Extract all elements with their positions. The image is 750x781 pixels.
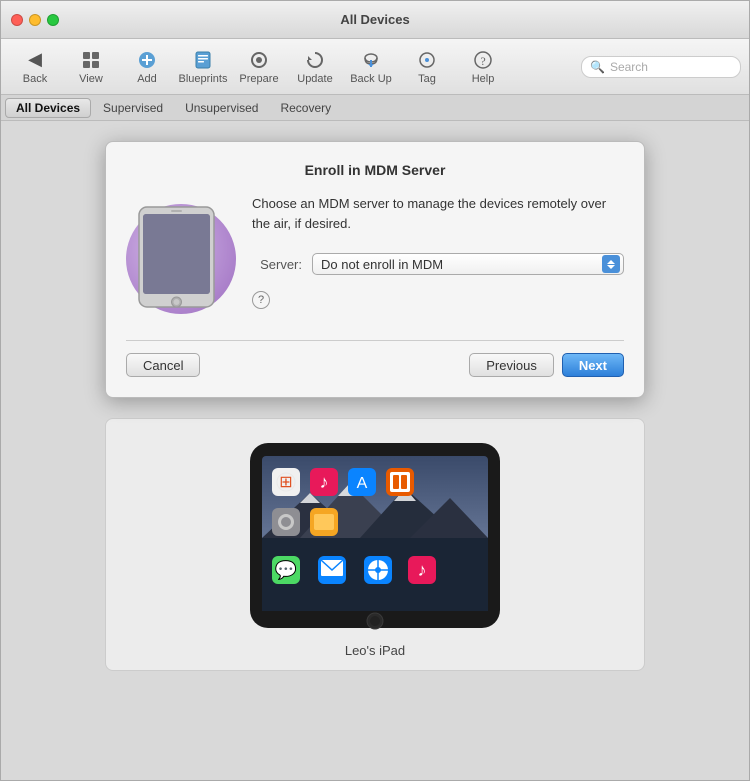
server-label: Server: bbox=[252, 257, 302, 272]
window-title: All Devices bbox=[340, 12, 409, 27]
prepare-button[interactable]: Prepare bbox=[233, 44, 285, 90]
tag-button[interactable]: Tag bbox=[401, 44, 453, 90]
backup-icon bbox=[360, 49, 382, 71]
modal-footer: Cancel Previous Next bbox=[126, 340, 624, 377]
add-button[interactable]: Add bbox=[121, 44, 173, 90]
svg-text:?: ? bbox=[480, 54, 485, 68]
svg-text:💬: 💬 bbox=[275, 559, 297, 580]
back-icon: ◀ bbox=[24, 49, 46, 71]
modal-body: Choose an MDM server to manage the devic… bbox=[126, 194, 624, 324]
cancel-button[interactable]: Cancel bbox=[126, 353, 200, 377]
previous-button[interactable]: Previous bbox=[469, 353, 554, 377]
svg-text:♪: ♪ bbox=[418, 560, 427, 580]
minimize-button[interactable] bbox=[29, 14, 41, 26]
server-select[interactable]: Do not enroll in MDM bbox=[312, 253, 624, 275]
maximize-button[interactable] bbox=[47, 14, 59, 26]
toolbar: ◀ Back View Add Blueprints Prepare bbox=[1, 39, 749, 95]
tablet-illustration bbox=[134, 202, 229, 317]
search-bar[interactable]: 🔍 Search bbox=[581, 56, 741, 78]
next-button[interactable]: Next bbox=[562, 353, 624, 377]
tab-all-devices[interactable]: All Devices bbox=[5, 98, 91, 118]
blueprints-icon bbox=[192, 49, 214, 71]
svg-text:♪: ♪ bbox=[320, 472, 329, 492]
modal-description: Choose an MDM server to manage the devic… bbox=[252, 194, 624, 233]
server-select-wrapper: Do not enroll in MDM bbox=[312, 253, 624, 275]
main-content: Enroll in MDM Server bbox=[1, 121, 749, 780]
tab-supervised[interactable]: Supervised bbox=[93, 98, 173, 118]
tabbar: All Devices Supervised Unsupervised Reco… bbox=[1, 95, 749, 121]
update-icon bbox=[304, 49, 326, 71]
help-button[interactable]: ? Help bbox=[457, 44, 509, 90]
main-window: All Devices ◀ Back View Add Blueprints bbox=[0, 0, 750, 781]
view-icon bbox=[80, 49, 102, 71]
blueprints-button[interactable]: Blueprints bbox=[177, 44, 229, 90]
traffic-lights bbox=[11, 14, 59, 26]
search-icon: 🔍 bbox=[590, 60, 605, 74]
device-illustration bbox=[126, 194, 236, 324]
view-button[interactable]: View bbox=[65, 44, 117, 90]
add-icon bbox=[136, 49, 158, 71]
modal-dialog: Enroll in MDM Server bbox=[105, 141, 645, 398]
update-button[interactable]: Update bbox=[289, 44, 341, 90]
tab-recovery[interactable]: Recovery bbox=[270, 98, 341, 118]
nav-buttons: Previous Next bbox=[469, 353, 624, 377]
back-button[interactable]: ◀ Back bbox=[9, 44, 61, 90]
ipad-container: ⊞ ♪ A bbox=[225, 435, 525, 635]
titlebar: All Devices bbox=[1, 1, 749, 39]
device-name-label: Leo's iPad bbox=[345, 643, 405, 658]
backup-button[interactable]: Back Up bbox=[345, 44, 397, 90]
server-form-row: Server: Do not enroll in MDM bbox=[252, 253, 624, 275]
ipad-svg: ⊞ ♪ A bbox=[230, 438, 520, 633]
tab-unsupervised[interactable]: Unsupervised bbox=[175, 98, 268, 118]
tag-icon bbox=[416, 49, 438, 71]
prepare-icon bbox=[248, 49, 270, 71]
svg-text:⊞: ⊞ bbox=[279, 474, 292, 491]
help-row: ? bbox=[252, 291, 624, 309]
help-circle-icon[interactable]: ? bbox=[252, 291, 270, 309]
help-icon: ? bbox=[472, 49, 494, 71]
close-button[interactable] bbox=[11, 14, 23, 26]
device-card: ⊞ ♪ A bbox=[105, 418, 645, 671]
svg-text:A: A bbox=[357, 475, 368, 492]
modal-content: Choose an MDM server to manage the devic… bbox=[252, 194, 624, 324]
modal-title: Enroll in MDM Server bbox=[126, 162, 624, 178]
